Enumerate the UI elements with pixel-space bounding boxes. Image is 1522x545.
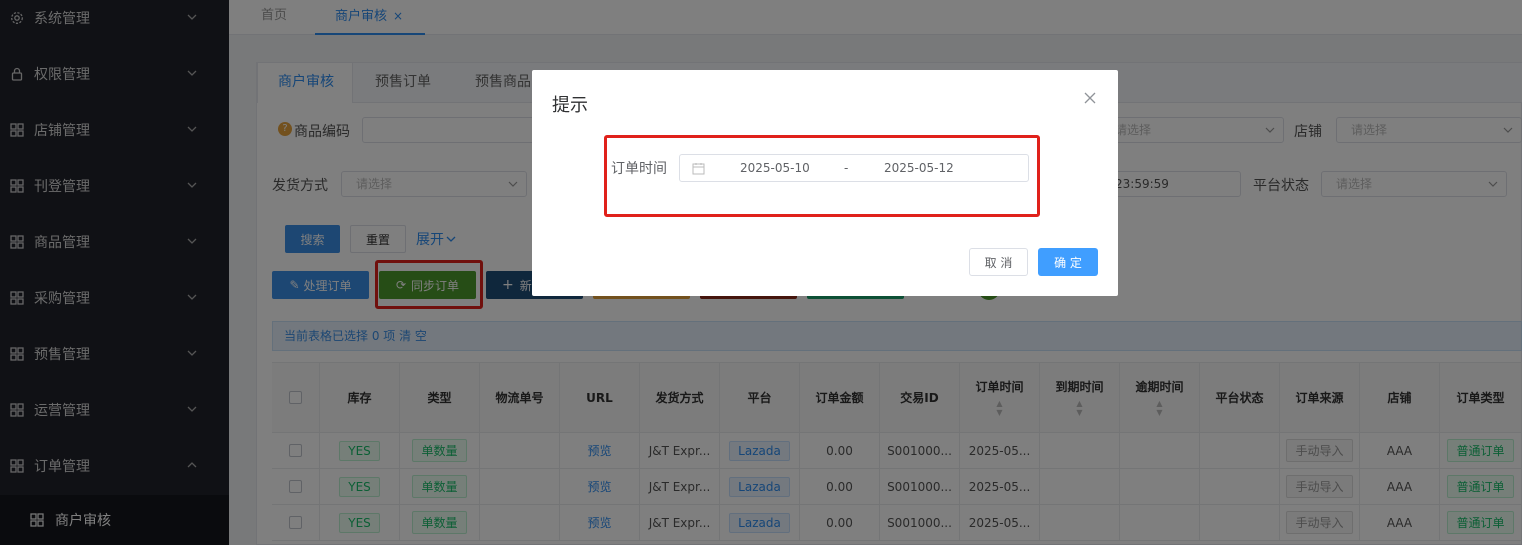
cancel-button[interactable]: 取 消 [969, 248, 1028, 276]
highlight-box-date-range [604, 135, 1040, 217]
confirm-button[interactable]: 确 定 [1038, 248, 1098, 276]
close-icon[interactable] [1084, 92, 1096, 104]
dialog-title: 提示 [552, 95, 588, 116]
